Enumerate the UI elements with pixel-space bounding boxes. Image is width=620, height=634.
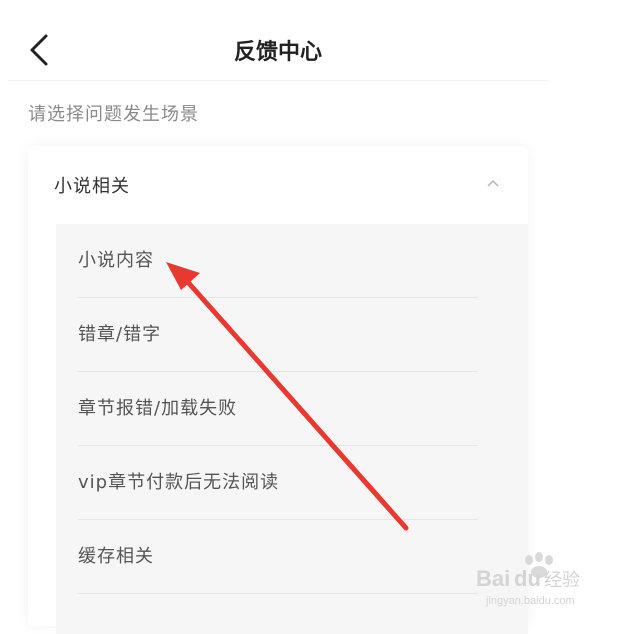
list-item-wrong-chapter[interactable]: 错章/错字 bbox=[78, 298, 478, 372]
category-header[interactable]: 小说相关 bbox=[28, 146, 528, 224]
list-item-label: 章节报错/加载失败 bbox=[78, 398, 238, 419]
chevron-up-icon bbox=[487, 179, 499, 187]
page-title: 反馈中心 bbox=[233, 40, 322, 65]
list-item-cache[interactable]: 缓存相关 bbox=[78, 520, 478, 594]
list-item-vip-unreadable[interactable]: vip章节付款后无法阅读 bbox=[78, 446, 478, 520]
list-item-label: 缓存相关 bbox=[78, 546, 154, 567]
list-item-label: vip章节付款后无法阅读 bbox=[78, 472, 280, 493]
scene-prompt: 请选择问题发生场景 bbox=[28, 104, 199, 125]
list-item-label: 小说内容 bbox=[78, 250, 154, 271]
svg-text:经验: 经验 bbox=[544, 570, 580, 591]
divider bbox=[78, 593, 478, 594]
sub-category-list: 小说内容 错章/错字 章节报错/加载失败 vip章节付款后无法阅读 缓存相关 bbox=[56, 224, 528, 634]
list-item-novel-content[interactable]: 小说内容 bbox=[78, 224, 478, 298]
category-card: 小说相关 小说内容 错章/错字 章节报错/加载失败 vip章节付款后无法阅读 缓… bbox=[28, 146, 528, 634]
list-item-load-failed[interactable]: 章节报错/加载失败 bbox=[78, 372, 478, 446]
list-item-label: 错章/错字 bbox=[78, 324, 162, 345]
header-bar: 反馈中心 bbox=[8, 0, 548, 81]
category-title: 小说相关 bbox=[54, 176, 130, 197]
